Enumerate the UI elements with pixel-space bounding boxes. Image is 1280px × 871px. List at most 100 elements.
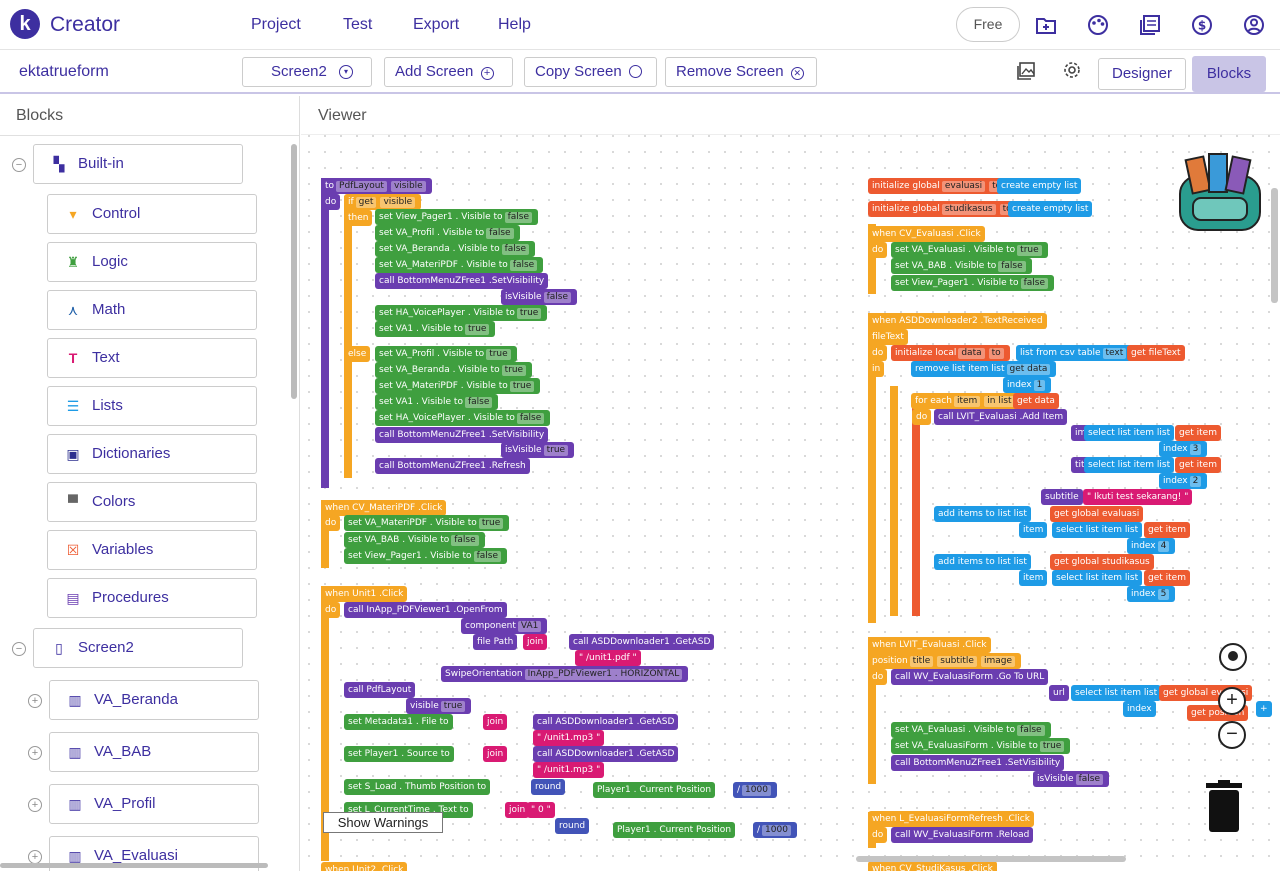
- code-block[interactable]: get data: [1013, 393, 1059, 409]
- sidebar-item-dictionaries[interactable]: ▣ Dictionaries: [47, 434, 257, 474]
- code-block[interactable]: url: [1049, 685, 1069, 701]
- code-block-value[interactable]: true: [501, 365, 527, 376]
- code-block[interactable]: select list item list: [1052, 522, 1143, 538]
- code-block[interactable]: create empty list: [997, 178, 1082, 194]
- code-block-value[interactable]: false: [504, 212, 532, 223]
- code-block-value[interactable]: true: [464, 324, 490, 335]
- code-block[interactable]: select list item list: [1052, 570, 1143, 586]
- code-block[interactable]: do: [321, 515, 341, 531]
- code-block[interactable]: call ASDDownloader1 .GetASD: [569, 634, 715, 650]
- code-block[interactable]: select list item list: [1084, 457, 1175, 473]
- code-block-value[interactable]: 4: [1157, 541, 1170, 552]
- code-block[interactable]: when LVIT_Evaluasi .Click: [868, 637, 991, 653]
- code-block[interactable]: join: [523, 634, 548, 650]
- code-block[interactable]: call LVIT_Evaluasi .Add Item: [934, 409, 1068, 425]
- code-block[interactable]: " 0 ": [527, 802, 555, 818]
- code-block[interactable]: set View_Pager1 . Visible to false: [344, 548, 507, 564]
- code-block-value[interactable]: 5: [1157, 589, 1170, 600]
- code-block-value[interactable]: PdfLayout: [336, 181, 387, 192]
- code-block-value[interactable]: false: [473, 551, 501, 562]
- code-block[interactable]: get global studikasus: [1050, 554, 1154, 570]
- remove-screen-button[interactable]: Remove Screen ✕: [665, 57, 817, 87]
- code-block[interactable]: when CV_Evaluasi .Click: [868, 226, 985, 242]
- code-block[interactable]: index 2: [1159, 473, 1208, 489]
- code-block[interactable]: item: [1019, 522, 1048, 538]
- code-block[interactable]: else: [344, 346, 371, 362]
- code-block[interactable]: " Ikuti test sekarang! ": [1083, 489, 1193, 505]
- sidebar-horizontal-scrollbar[interactable]: [0, 863, 268, 868]
- code-block-value[interactable]: subtitle: [937, 656, 977, 667]
- code-block[interactable]: when L_EvaluasiFormRefresh .Click: [868, 811, 1034, 827]
- code-block[interactable]: set View_Pager1 . Visible to false: [375, 209, 538, 225]
- code-block[interactable]: join: [483, 746, 508, 762]
- code-block-value[interactable]: false: [464, 397, 493, 408]
- code-block[interactable]: set Player1 . Source to: [344, 746, 454, 762]
- code-block[interactable]: do: [321, 602, 341, 618]
- sidebar-item-control[interactable]: ▾ Control: [47, 194, 257, 234]
- code-block[interactable]: /1000: [753, 822, 797, 838]
- tree-builtin[interactable]: ▚ Built-in: [33, 144, 243, 184]
- code-block[interactable]: set VA1 . Visible to false: [375, 394, 499, 410]
- code-block-value[interactable]: true: [1039, 741, 1065, 752]
- code-block[interactable]: round: [555, 818, 590, 834]
- code-block[interactable]: set VA_EvaluasiForm . Visible to true: [891, 738, 1071, 754]
- sidebar-item-va-beranda[interactable]: ▥ VA_Beranda: [49, 680, 259, 720]
- code-block[interactable]: " /unit1.mp3 ": [533, 730, 605, 746]
- expand-icon[interactable]: +: [28, 746, 42, 760]
- code-block-value[interactable]: true: [543, 445, 569, 456]
- block-bracket[interactable]: [321, 178, 329, 488]
- brand-name[interactable]: Creator: [50, 13, 120, 37]
- code-block-value[interactable]: image: [980, 656, 1016, 667]
- code-block[interactable]: set HA_VoicePlayer . Visible to false: [375, 410, 551, 426]
- sidebar-item-lists[interactable]: ☰ Lists: [47, 386, 257, 426]
- code-block[interactable]: when CV_MateriPDF .Click: [321, 500, 447, 516]
- code-block[interactable]: call ASDDownloader1 .GetASD: [533, 746, 679, 762]
- code-block-value[interactable]: visible: [390, 181, 426, 192]
- code-block[interactable]: do: [868, 242, 888, 258]
- block-bracket[interactable]: [912, 401, 920, 616]
- sidebar-item-procedures[interactable]: ▤ Procedures: [47, 578, 257, 618]
- code-block[interactable]: fileText: [868, 329, 908, 345]
- code-block-value[interactable]: false: [501, 244, 530, 255]
- code-block-value[interactable]: 3: [1189, 444, 1202, 455]
- code-block[interactable]: visible true: [406, 698, 472, 714]
- code-block[interactable]: join: [483, 714, 508, 730]
- gear-icon[interactable]: [1062, 60, 1082, 80]
- code-block[interactable]: isVisible false: [1033, 771, 1110, 787]
- code-block[interactable]: set VA_MateriPDF . Visible to false: [375, 257, 544, 273]
- code-block[interactable]: index 4: [1127, 538, 1176, 554]
- code-block[interactable]: when Unit2 .Click: [321, 862, 408, 871]
- code-block[interactable]: get item: [1144, 570, 1190, 586]
- sidebar-item-colors[interactable]: ▀ Colors: [47, 482, 257, 522]
- code-block[interactable]: initialize local data to: [891, 345, 1010, 361]
- code-block[interactable]: call PdfLayout: [344, 682, 416, 698]
- code-block[interactable]: SwipeOrientation InApp_PDFViewer1 . HORIZ…: [441, 666, 689, 682]
- code-block[interactable]: when CV_StudiKasus .Click: [868, 861, 997, 871]
- code-block[interactable]: /1000: [733, 782, 777, 798]
- code-block[interactable]: if get visible: [344, 194, 422, 210]
- code-block[interactable]: set S_Load . Thumb Position to: [344, 779, 491, 795]
- menu-export[interactable]: Export: [413, 16, 459, 34]
- code-block-value[interactable]: true: [1017, 245, 1042, 256]
- code-block-value[interactable]: item: [953, 396, 981, 407]
- code-block[interactable]: add items to list list: [934, 554, 1031, 570]
- code-block[interactable]: index 5: [1127, 586, 1176, 602]
- code-block-value[interactable]: false: [543, 292, 572, 303]
- code-block[interactable]: set VA_Evaluasi . Visible to true: [891, 242, 1048, 258]
- account-icon[interactable]: [1243, 14, 1265, 36]
- code-block[interactable]: call ASDDownloader1 .GetASD: [533, 714, 679, 730]
- code-block[interactable]: remove list item list get data: [911, 361, 1057, 377]
- code-block[interactable]: join: [505, 802, 530, 818]
- code-block[interactable]: set HA_VoicePlayer . Visible to true: [375, 305, 548, 321]
- code-block-value[interactable]: false: [998, 261, 1026, 272]
- code-block[interactable]: index 1: [1003, 377, 1052, 393]
- sidebar-item-text[interactable]: T Text: [47, 338, 257, 378]
- library-icon[interactable]: [1139, 14, 1161, 36]
- code-block-value[interactable]: title: [909, 656, 934, 667]
- code-block[interactable]: Player1 . Current Position: [593, 782, 716, 798]
- code-block[interactable]: call BottomMenuZFree1 .Refresh: [375, 458, 530, 474]
- code-block[interactable]: do: [868, 669, 888, 685]
- code-block-value[interactable]: true: [516, 308, 542, 319]
- palette-icon[interactable]: [1087, 14, 1109, 36]
- code-block-value[interactable]: false: [509, 260, 538, 271]
